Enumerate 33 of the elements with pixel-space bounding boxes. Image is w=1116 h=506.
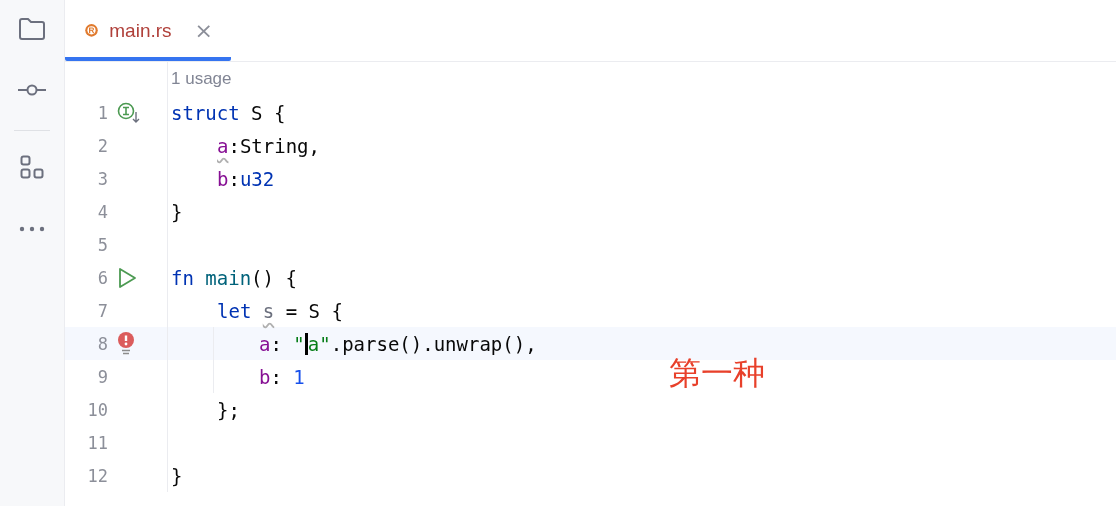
implemented-icon[interactable]	[117, 101, 141, 124]
line-number: 9	[96, 366, 108, 387]
folder-icon[interactable]	[18, 17, 46, 41]
code-line: b:u32	[217, 167, 275, 190]
run-icon[interactable]	[117, 266, 137, 289]
annotation-text: 第一种	[669, 353, 765, 394]
line-number: 10	[86, 399, 108, 420]
line-number: 5	[96, 234, 108, 255]
code-line: b: 1	[259, 365, 305, 388]
close-icon[interactable]: ×	[194, 18, 213, 43]
structure-icon[interactable]	[20, 155, 44, 179]
line-number: 8	[96, 333, 108, 354]
code-line: a:String,	[217, 134, 320, 157]
code-line: let s = S {	[217, 299, 343, 322]
line-number: 11	[86, 432, 108, 453]
line-number: 12	[86, 465, 108, 486]
line-number: 2	[96, 135, 108, 156]
line-number: 1	[96, 102, 108, 123]
line-number: 7	[96, 300, 108, 321]
commit-icon[interactable]	[17, 84, 47, 96]
more-icon[interactable]	[19, 226, 45, 232]
line-number: 4	[96, 201, 108, 222]
error-bulb-icon[interactable]	[117, 331, 135, 356]
line-number: 6	[96, 267, 108, 288]
usage-hint[interactable]: 1 usage	[171, 69, 232, 89]
line-number: 3	[96, 168, 108, 189]
code-line: }	[171, 200, 183, 223]
code-line: struct S {	[171, 101, 286, 124]
code-line: }	[171, 464, 183, 487]
code-line: a: "a".parse().unwrap(),	[259, 332, 537, 355]
code-line: fn main() {	[171, 266, 297, 289]
file-tab[interactable]: main.rs ×	[65, 0, 231, 61]
code-line: };	[217, 398, 240, 421]
